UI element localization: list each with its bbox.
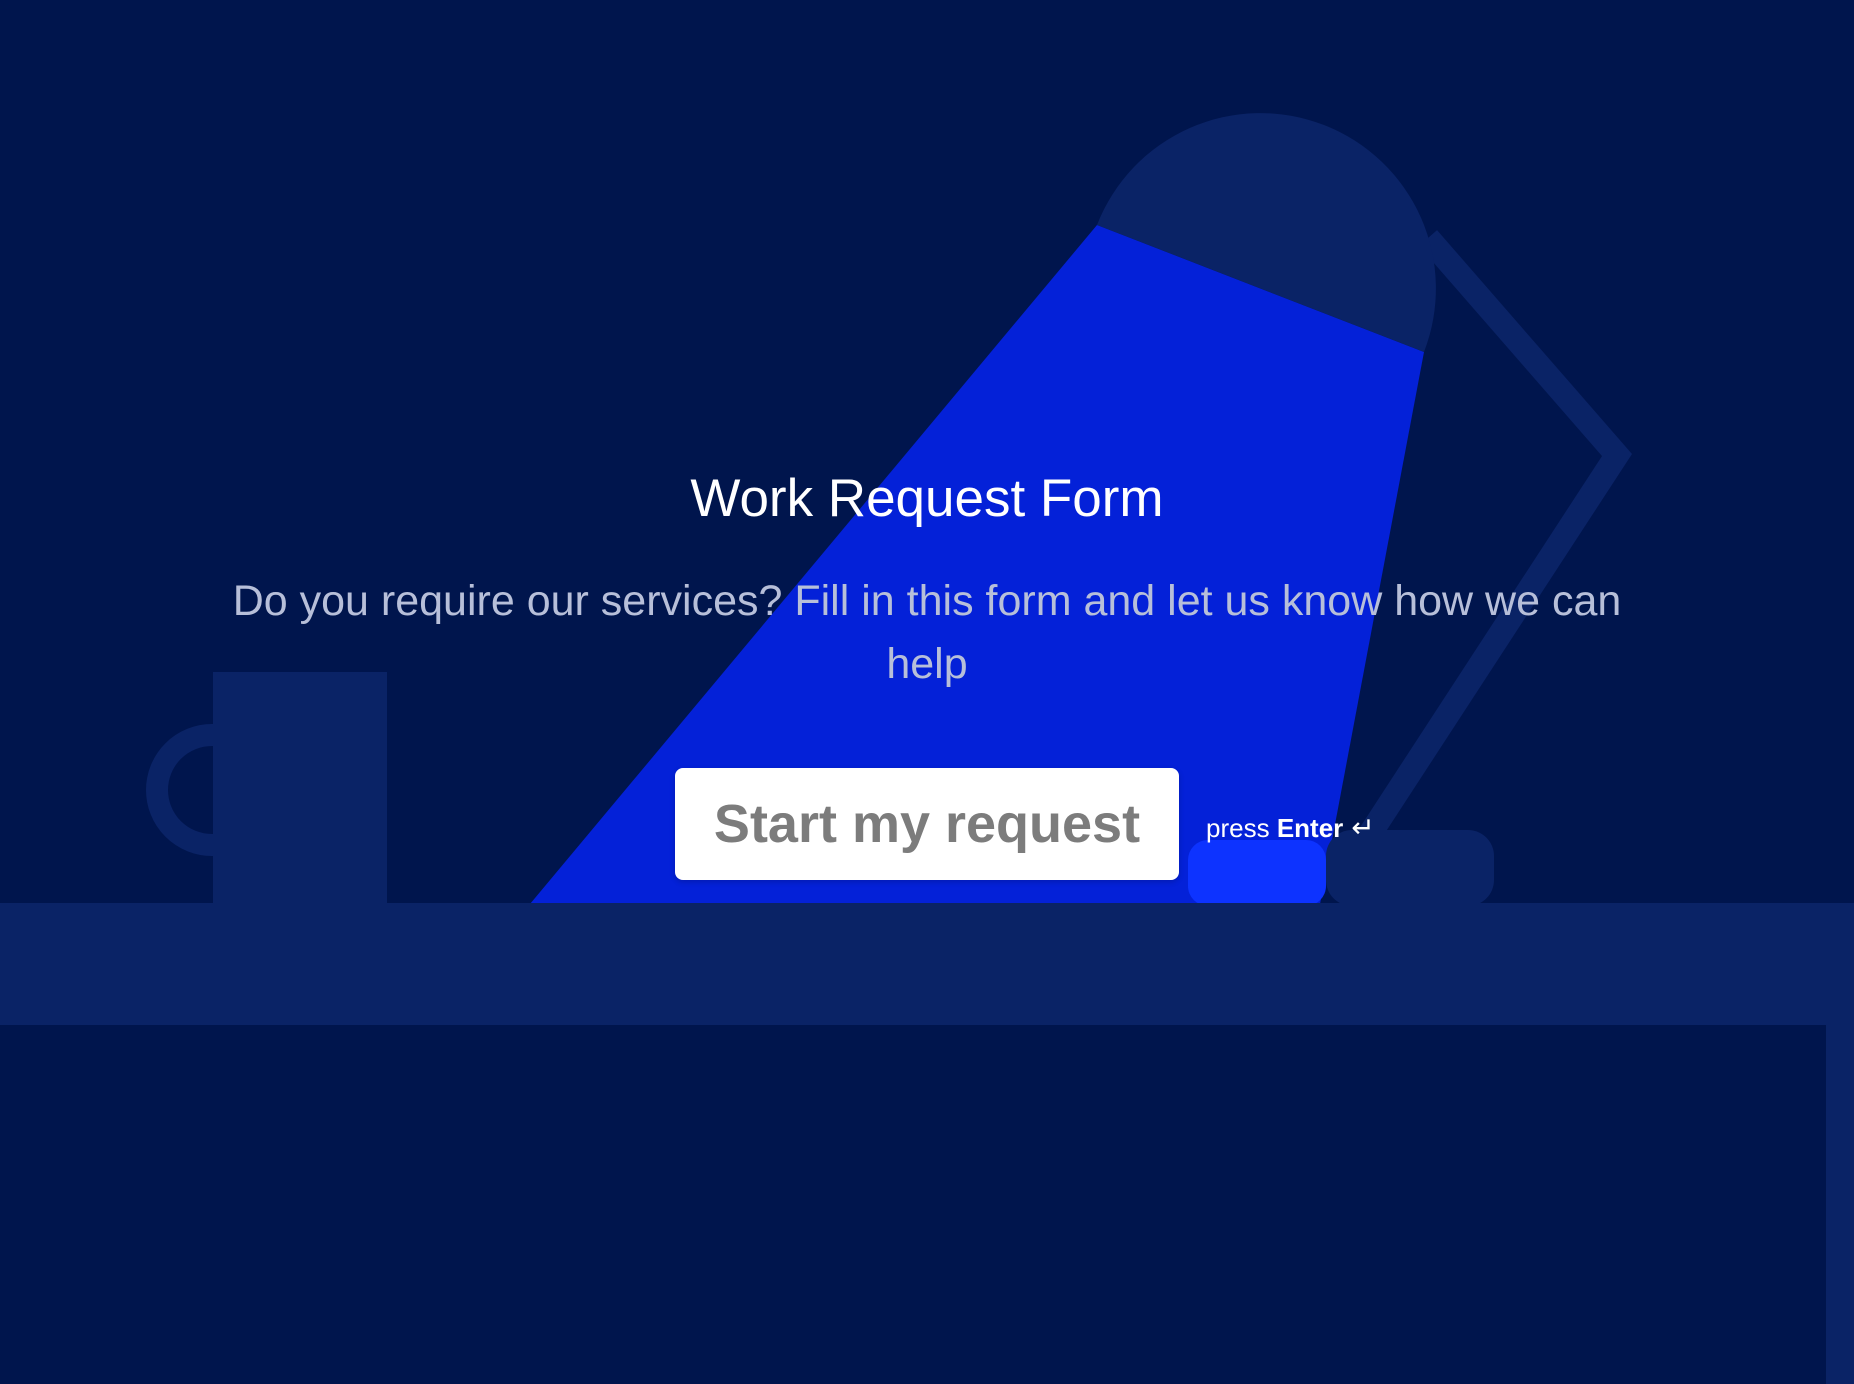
enter-hint-prefix: press [1206, 813, 1270, 843]
work-request-form-screen: Work Request Form Do you require our ser… [0, 0, 1854, 1384]
page-title: Work Request Form [690, 469, 1164, 528]
start-request-button[interactable]: Start my request [675, 768, 1179, 880]
enter-key-hint: press Enter ↵ [1206, 808, 1375, 848]
return-key-icon: ↵ [1351, 812, 1375, 843]
page-subtitle: Do you require our services? Fill in thi… [232, 577, 1622, 688]
enter-key-label: Enter [1276, 813, 1344, 843]
welcome-panel: Work Request Form Do you require our ser… [0, 0, 1854, 1384]
